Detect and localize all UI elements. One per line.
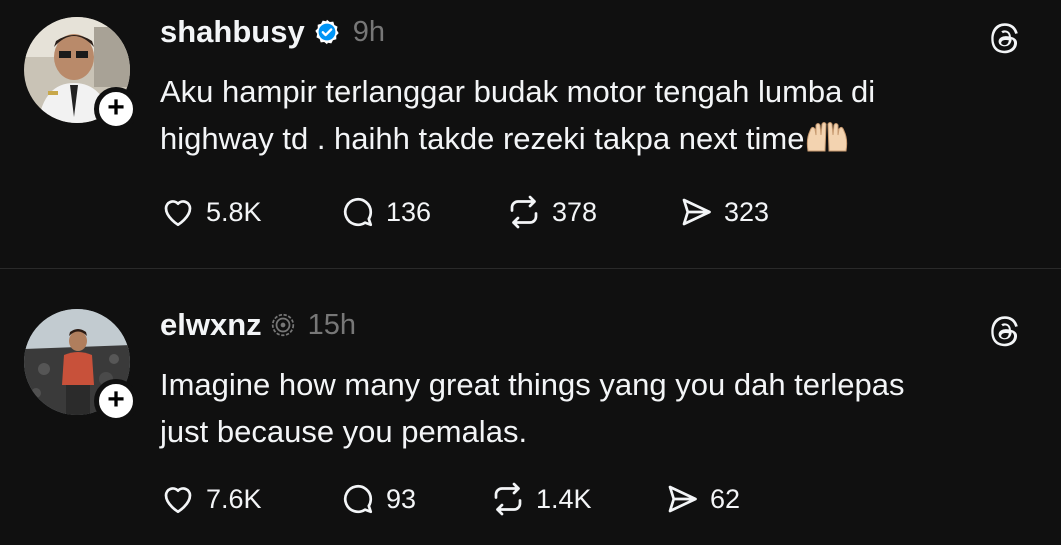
like-button[interactable]: 5.8K [160,192,340,232]
reply-button[interactable]: 136 [340,192,506,232]
avatar-container: + [24,17,138,131]
share-count: 323 [724,196,770,227]
reply-count: 93 [386,483,417,514]
verified-icon [315,19,339,45]
post-text-line: Aku hampir terlanggar budak motor tengah… [160,74,876,109]
post-text-line: just because you pemalas. [160,414,528,449]
share-count: 62 [710,483,741,514]
repost-button[interactable]: 378 [506,192,678,232]
share-icon [668,485,697,513]
share-button[interactable]: 323 [678,192,769,232]
threads-badge-icon [271,313,294,337]
username[interactable]: elwxnz [160,307,262,343]
threads-icon[interactable] [983,311,1023,351]
like-count: 5.8K [206,196,262,227]
repost-button[interactable]: 1.4K [490,479,664,519]
post-text: Aku hampir terlanggar budak motor tengah… [160,68,1020,162]
plus-icon: + [107,382,125,416]
repost-icon [494,482,522,516]
heart-icon [164,487,192,514]
plus-icon: + [107,90,125,124]
heart-icon [164,200,192,227]
follow-button[interactable]: + [94,87,138,131]
username[interactable]: shahbusy [160,14,305,50]
timestamp: 9h [352,15,385,48]
post-text-line: Imagine how many great things yang you d… [160,367,905,402]
follow-button[interactable]: + [94,379,138,423]
raising-hands-emoji-icon [807,122,848,152]
avatar-container: + [24,309,138,423]
thread-post: + shahbusy 9h Aku hampir terlanggar buda… [0,0,1061,268]
like-button[interactable]: 7.6K [160,479,340,519]
share-icon [682,198,711,226]
share-button[interactable]: 62 [664,479,740,519]
reply-count: 136 [386,196,432,227]
repost-count: 378 [552,196,598,227]
repost-icon [510,195,538,229]
post-text-line: highway td . haihh takde rezeki takpa ne… [160,121,805,156]
post-header: elwxnz 15h [160,307,356,343]
reply-icon [343,484,373,514]
timestamp: 15h [307,308,357,341]
reply-icon [343,197,373,227]
thread-post: + elwxnz 15h Imagine how many great thin… [0,269,1061,545]
post-text: Imagine how many great things yang you d… [160,361,1020,455]
like-count: 7.6K [206,483,262,514]
threads-icon[interactable] [983,18,1023,58]
post-header: shahbusy 9h [160,14,385,50]
post-actions: 5.8K 136 378 323 [160,192,769,232]
post-actions: 7.6K 93 1.4K 62 [160,479,740,519]
repost-count: 1.4K [536,483,592,514]
reply-button[interactable]: 93 [340,479,490,519]
